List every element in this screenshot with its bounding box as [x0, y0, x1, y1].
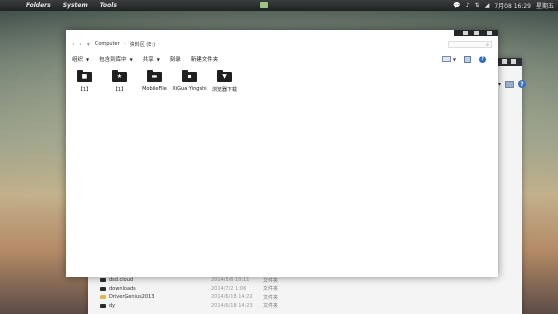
folder-item[interactable]: ★ 【1】 [107, 68, 132, 93]
user-label[interactable]: 星期五 [536, 1, 554, 10]
file-type: 文件夹 [263, 286, 279, 293]
preview-pane-icon[interactable] [464, 55, 471, 63]
back-icon[interactable]: ‹ [72, 41, 74, 48]
breadcrumb-drive[interactable]: 资料区 (E:) [130, 41, 155, 48]
organize-label: 组织 [72, 57, 84, 63]
folder-indicator-icon[interactable] [260, 2, 268, 8]
maximize-icon[interactable] [474, 31, 479, 35]
share-label: 共享 [142, 57, 154, 63]
close-icon[interactable] [511, 59, 516, 64]
preview-pane-icon[interactable] [505, 80, 515, 88]
folder-item[interactable]: ▬ MobileFile [142, 68, 167, 93]
file-name: dsd.cloud [109, 277, 134, 284]
top-panel: Folders System Tools 💬 ♪ ⇅ ◢ 7月08 16:29 … [0, 0, 558, 11]
chevron-down-icon[interactable]: ▾ [498, 81, 501, 88]
folder-icon: ■ [77, 70, 92, 82]
file-date: 2014/7/2 1:06 [211, 285, 247, 292]
explorer-window[interactable]: ‹ › ▾ Computer › 资料区 (E:) ⌕ 组织 ▼ 包含到库中 ▼… [66, 30, 498, 277]
folder-icon [100, 303, 106, 308]
new-folder-button[interactable]: 新建文件夹 [191, 55, 219, 63]
file-date: 2014/6/18 14:23 [211, 302, 253, 309]
folder-label: 浏览器下载 [212, 87, 238, 93]
burn-button[interactable]: 刻录 [170, 55, 181, 63]
folder-label: MobileFile [142, 86, 167, 92]
help-icon[interactable]: ? [518, 80, 527, 88]
folder-icon: ▪ [182, 70, 197, 82]
include-in-library-button[interactable]: 包含到库中 ▼ [99, 55, 133, 64]
forward-icon[interactable]: › [79, 41, 81, 48]
folder-label: 【1】 [77, 87, 92, 93]
file-date: 2014/6/18 14:22 [211, 294, 253, 301]
view-controls: ▼ ? [441, 54, 486, 64]
search-icon: ⌕ [486, 41, 489, 48]
file-name: DriverGenius2013 [109, 294, 155, 301]
chevron-down-icon: ▼ [86, 56, 90, 62]
file-type: 文件夹 [263, 303, 279, 310]
chevron-down-icon: ▼ [156, 56, 160, 62]
chevron-down-icon[interactable]: ▼ [453, 57, 456, 62]
folder-icon [100, 295, 106, 300]
chevron-down-icon: ▼ [129, 56, 133, 62]
folder-item[interactable]: ▼ 浏览器下载 [212, 68, 237, 93]
view-options-icon[interactable] [441, 56, 451, 62]
menu-system[interactable]: System [63, 2, 88, 9]
clock[interactable]: 7月08 16:29 [494, 1, 531, 10]
close-icon[interactable] [487, 31, 492, 35]
search-input[interactable]: ⌕ [448, 41, 492, 48]
system-tray: 💬 ♪ ⇅ ◢ 7月08 16:29 星期五 [453, 0, 554, 11]
menu-tools[interactable]: Tools [100, 2, 117, 9]
background-window-toolbar-right: ▾ ? [498, 80, 527, 88]
include-in-library-label: 包含到库中 [99, 57, 127, 63]
table-row[interactable]: dy 2014/6/18 14:23 文件夹 [100, 302, 278, 311]
folder-item[interactable]: ■ 【1】 [72, 68, 97, 93]
organize-button[interactable]: 组织 ▼ [72, 55, 90, 64]
network-icon[interactable]: ⇅ [475, 2, 480, 9]
file-grid: ■ 【1】 ★ 【1】 ▬ MobileFile ▪ XiGua Yingshi [72, 68, 237, 93]
minimize-icon[interactable] [463, 31, 468, 35]
file-type: 文件夹 [263, 294, 279, 301]
share-button[interactable]: 共享 ▼ [142, 55, 160, 64]
folder-icon [100, 278, 106, 283]
volume-icon[interactable]: ♪ [466, 2, 470, 9]
chevron-down-icon[interactable]: ▾ [87, 41, 90, 48]
maximize-icon[interactable] [502, 59, 507, 64]
folder-label: XiGua Yingshi [172, 86, 207, 92]
folder-star-icon: ★ [112, 70, 127, 82]
breadcrumb-computer[interactable]: Computer [95, 41, 120, 47]
file-date: 2014/5/6 10:11 [211, 277, 250, 284]
folder-download-icon: ▼ [217, 70, 232, 82]
wifi-icon[interactable]: ◢ [485, 2, 490, 9]
folder-icon [100, 286, 106, 291]
file-type: 文件夹 [263, 277, 279, 284]
file-name: downloads [109, 285, 136, 292]
file-name: dy [109, 302, 116, 309]
command-bar: 组织 ▼ 包含到库中 ▼ 共享 ▼ 刻录 新建文件夹 ▼ ? [72, 54, 492, 64]
breadcrumb-separator: › [123, 41, 126, 47]
folder-label: 【1】 [112, 87, 127, 93]
folder-item[interactable]: ▪ XiGua Yingshi [172, 68, 207, 93]
chat-icon[interactable]: 💬 [453, 2, 460, 9]
table-row[interactable]: downloads 2014/7/2 1:06 文件夹 [100, 285, 278, 294]
address-bar[interactable]: ‹ › ▾ Computer › 资料区 (E:) [72, 40, 159, 48]
help-icon[interactable]: ? [479, 55, 486, 63]
table-row[interactable]: dsd.cloud 2014/5/6 10:11 文件夹 [100, 276, 278, 285]
menu-folders[interactable]: Folders [26, 2, 51, 9]
background-file-list: dsd.cloud 2014/5/6 10:11 文件夹 downloads 2… [100, 276, 278, 310]
window-titlebar [454, 30, 498, 36]
folder-icon: ▬ [147, 70, 162, 82]
table-row[interactable]: DriverGenius2013 2014/6/18 14:22 文件夹 [100, 293, 278, 302]
